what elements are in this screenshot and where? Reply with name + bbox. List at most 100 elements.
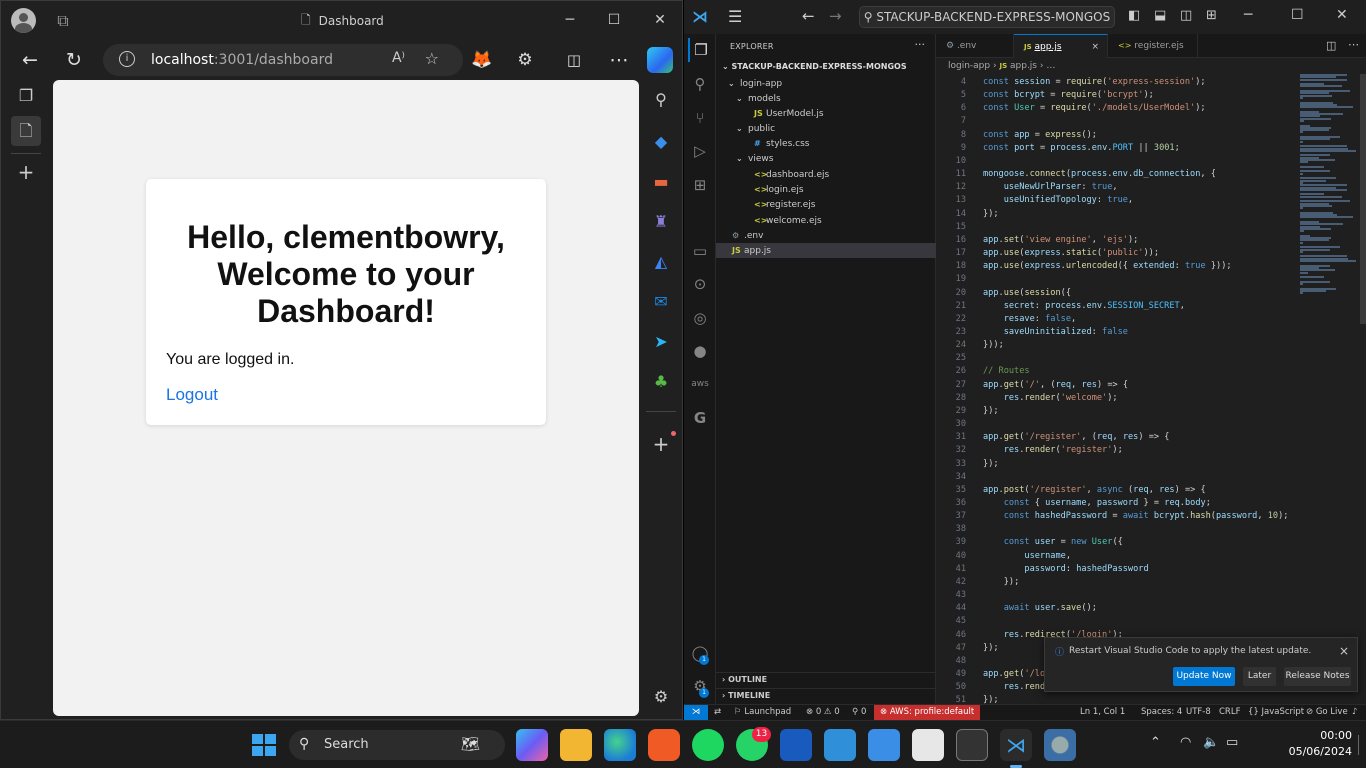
editor-more-icon[interactable]: ⋯ <box>1348 38 1359 51</box>
git-graph-icon[interactable]: ⊙ <box>688 272 712 296</box>
extensions-icon[interactable]: ⊞ <box>688 173 712 197</box>
encoding[interactable]: UTF-8 <box>1186 705 1211 720</box>
go-live-item[interactable]: ⊘ Go Live <box>1306 705 1348 720</box>
close-icon[interactable]: ✕ <box>1336 7 1348 23</box>
show-desktop-button[interactable] <box>1358 735 1362 755</box>
notepad-app-icon[interactable] <box>824 729 856 761</box>
split-editor-icon[interactable]: ◫ <box>1326 39 1336 52</box>
word-app-icon[interactable] <box>780 729 812 761</box>
explorer-more-icon[interactable]: ··· <box>915 38 926 51</box>
start-windows-icon[interactable] <box>248 729 280 761</box>
later-button[interactable]: Later <box>1243 667 1276 686</box>
tree-file-usermodel[interactable]: JS UserModel.js <box>716 106 936 121</box>
profile-avatar[interactable] <box>11 8 36 33</box>
back-icon[interactable]: ← <box>15 45 45 75</box>
menu-hamburger-icon[interactable]: ☰ <box>728 7 742 26</box>
edge-app-icon[interactable] <box>604 729 636 761</box>
code-editor[interactable]: 4 const session = require('express-sessio… <box>936 74 1366 704</box>
tree-folder-public[interactable]: ⌄ public <box>716 121 936 136</box>
ports-item[interactable]: ⚲ 0 <box>852 705 866 720</box>
telegram-icon[interactable]: ➤ <box>646 327 676 357</box>
tab-dashboard-icon[interactable]: 🗋 <box>11 116 41 146</box>
command-center-search[interactable]: ⚲ STACKUP-BACKEND-EXPRESS-MONGOS <box>859 6 1115 28</box>
read-aloud-icon[interactable]: A⁾ <box>392 50 405 66</box>
tree-file-dashboard[interactable]: <>dashboard.ejs <box>716 167 936 182</box>
tree-file-login[interactable]: <>login.ejs <box>716 182 936 197</box>
tree-file-styles[interactable]: # styles.css <box>716 136 936 151</box>
settings-app-icon[interactable] <box>1044 729 1076 761</box>
brave-app-icon[interactable] <box>648 729 680 761</box>
extensions-icon[interactable]: ⚙ <box>510 45 540 75</box>
address-bar[interactable]: i localhost:3001/dashboard A⁾ ☆ <box>103 44 463 76</box>
toggle-secondary-sidebar-icon[interactable]: ◫ <box>1180 8 1192 23</box>
maximize-icon[interactable]: ☐ <box>601 9 627 31</box>
toggle-sidebar-icon[interactable]: ◧ <box>1128 8 1140 23</box>
tree-file-env[interactable]: ⚙ .env <box>716 228 936 243</box>
shopping-icon[interactable]: ◆ <box>646 127 676 157</box>
minimize-icon[interactable]: ─ <box>1244 7 1252 23</box>
remote-explorer-icon[interactable]: ◎ <box>688 306 712 330</box>
tree-folder-models[interactable]: ⌄ models <box>716 91 936 106</box>
tree-file-welcome[interactable]: <>welcome.ejs <box>716 213 936 228</box>
battery-icon[interactable]: ▭ <box>1226 735 1238 750</box>
copilot-icon[interactable] <box>647 47 673 73</box>
workspaces-icon[interactable]: ⧉ <box>51 9 75 33</box>
explorer-root-folder[interactable]: ⌄ STACKUP-BACKEND-EXPRESS-MONGOS <box>716 58 936 76</box>
spotify-app-icon[interactable] <box>692 729 724 761</box>
photos-app-icon[interactable] <box>868 729 900 761</box>
tab-actions-icon[interactable]: ❐ <box>11 81 41 111</box>
more-menu-icon[interactable]: ⋯ <box>604 45 634 75</box>
scrollbar[interactable] <box>1360 74 1366 324</box>
tree-icon[interactable]: ♣ <box>646 367 676 397</box>
games-icon[interactable]: ♜ <box>646 207 676 237</box>
split-screen-icon[interactable]: ◫ <box>559 45 589 75</box>
close-tab-icon[interactable]: × <box>1091 35 1099 59</box>
github-icon[interactable]: ● <box>688 339 712 363</box>
close-notification-icon[interactable]: × <box>1339 644 1349 658</box>
line-ending[interactable]: CRLF <box>1219 705 1240 720</box>
remote-indicator-icon[interactable]: ⋊ <box>684 705 708 720</box>
microsoft365-icon[interactable]: ◭ <box>646 247 676 277</box>
launchpad-item[interactable]: ⚐ Launchpad <box>734 705 791 720</box>
gitkraken-icon[interactable]: G <box>688 406 712 430</box>
search-icon[interactable]: ⚲ <box>688 72 712 96</box>
cursor-position[interactable]: Ln 1, Col 1 <box>1080 705 1125 720</box>
explorer-icon[interactable]: ❐ <box>688 38 712 62</box>
outline-section[interactable]: › OUTLINE <box>716 672 936 686</box>
minimap[interactable] <box>1300 74 1360 324</box>
taskbar-search[interactable]: ⚲ Search 🗺 <box>289 730 505 760</box>
tab-env[interactable]: ⚙ .env <box>936 34 1014 58</box>
timeline-section[interactable]: › TIMELINE <box>716 688 936 702</box>
favorite-star-icon[interactable]: ☆ <box>425 49 439 68</box>
settings-gear-icon[interactable]: ⚙ <box>646 682 676 712</box>
problems-item[interactable]: ⊗ 0 ⚠ 0 <box>806 705 840 720</box>
tree-folder-views[interactable]: ⌄ views <box>716 151 936 166</box>
tree-folder-login-app[interactable]: ⌄ login-app <box>716 76 936 91</box>
nav-forward-icon[interactable]: → <box>829 7 842 25</box>
run-debug-icon[interactable]: ▷ <box>688 139 712 163</box>
tab-app-js[interactable]: JS app.js × <box>1014 34 1108 58</box>
indentation[interactable]: Spaces: 4 <box>1141 705 1182 720</box>
maximize-icon[interactable]: ☐ <box>1291 7 1304 23</box>
site-info-icon[interactable]: i <box>119 51 135 67</box>
folder-icon[interactable]: ▭ <box>688 239 712 263</box>
chevron-up-icon[interactable]: ⌃ <box>1150 735 1161 750</box>
source-control-icon[interactable]: ⑂ <box>688 106 712 130</box>
release-notes-button[interactable]: Release Notes <box>1284 667 1351 686</box>
tree-file-register[interactable]: <>register.ejs <box>716 197 936 212</box>
search-icon[interactable]: ⚲ <box>646 85 676 115</box>
toggle-panel-icon[interactable]: ⬓ <box>1154 8 1166 23</box>
system-clock[interactable]: 00:00 05/06/2024 <box>1252 728 1352 760</box>
vscode-app-icon[interactable]: ⋊ <box>1000 729 1032 761</box>
tree-file-app[interactable]: JS app.js <box>716 243 936 258</box>
nav-back-icon[interactable]: ← <box>802 7 815 25</box>
minimize-icon[interactable]: ─ <box>557 9 583 31</box>
refresh-icon[interactable]: ↻ <box>59 45 89 75</box>
tools-icon[interactable]: ▬ <box>646 167 676 197</box>
wifi-icon[interactable]: ◠ <box>1180 735 1191 750</box>
outlook-icon[interactable]: ✉ <box>646 287 676 317</box>
notifications-bell-icon[interactable]: ♪ <box>1352 705 1357 720</box>
new-tab-icon[interactable]: + <box>11 157 41 187</box>
tab-register-ejs[interactable]: <> register.ejs <box>1108 34 1198 58</box>
terminal-app-icon[interactable] <box>956 729 988 761</box>
